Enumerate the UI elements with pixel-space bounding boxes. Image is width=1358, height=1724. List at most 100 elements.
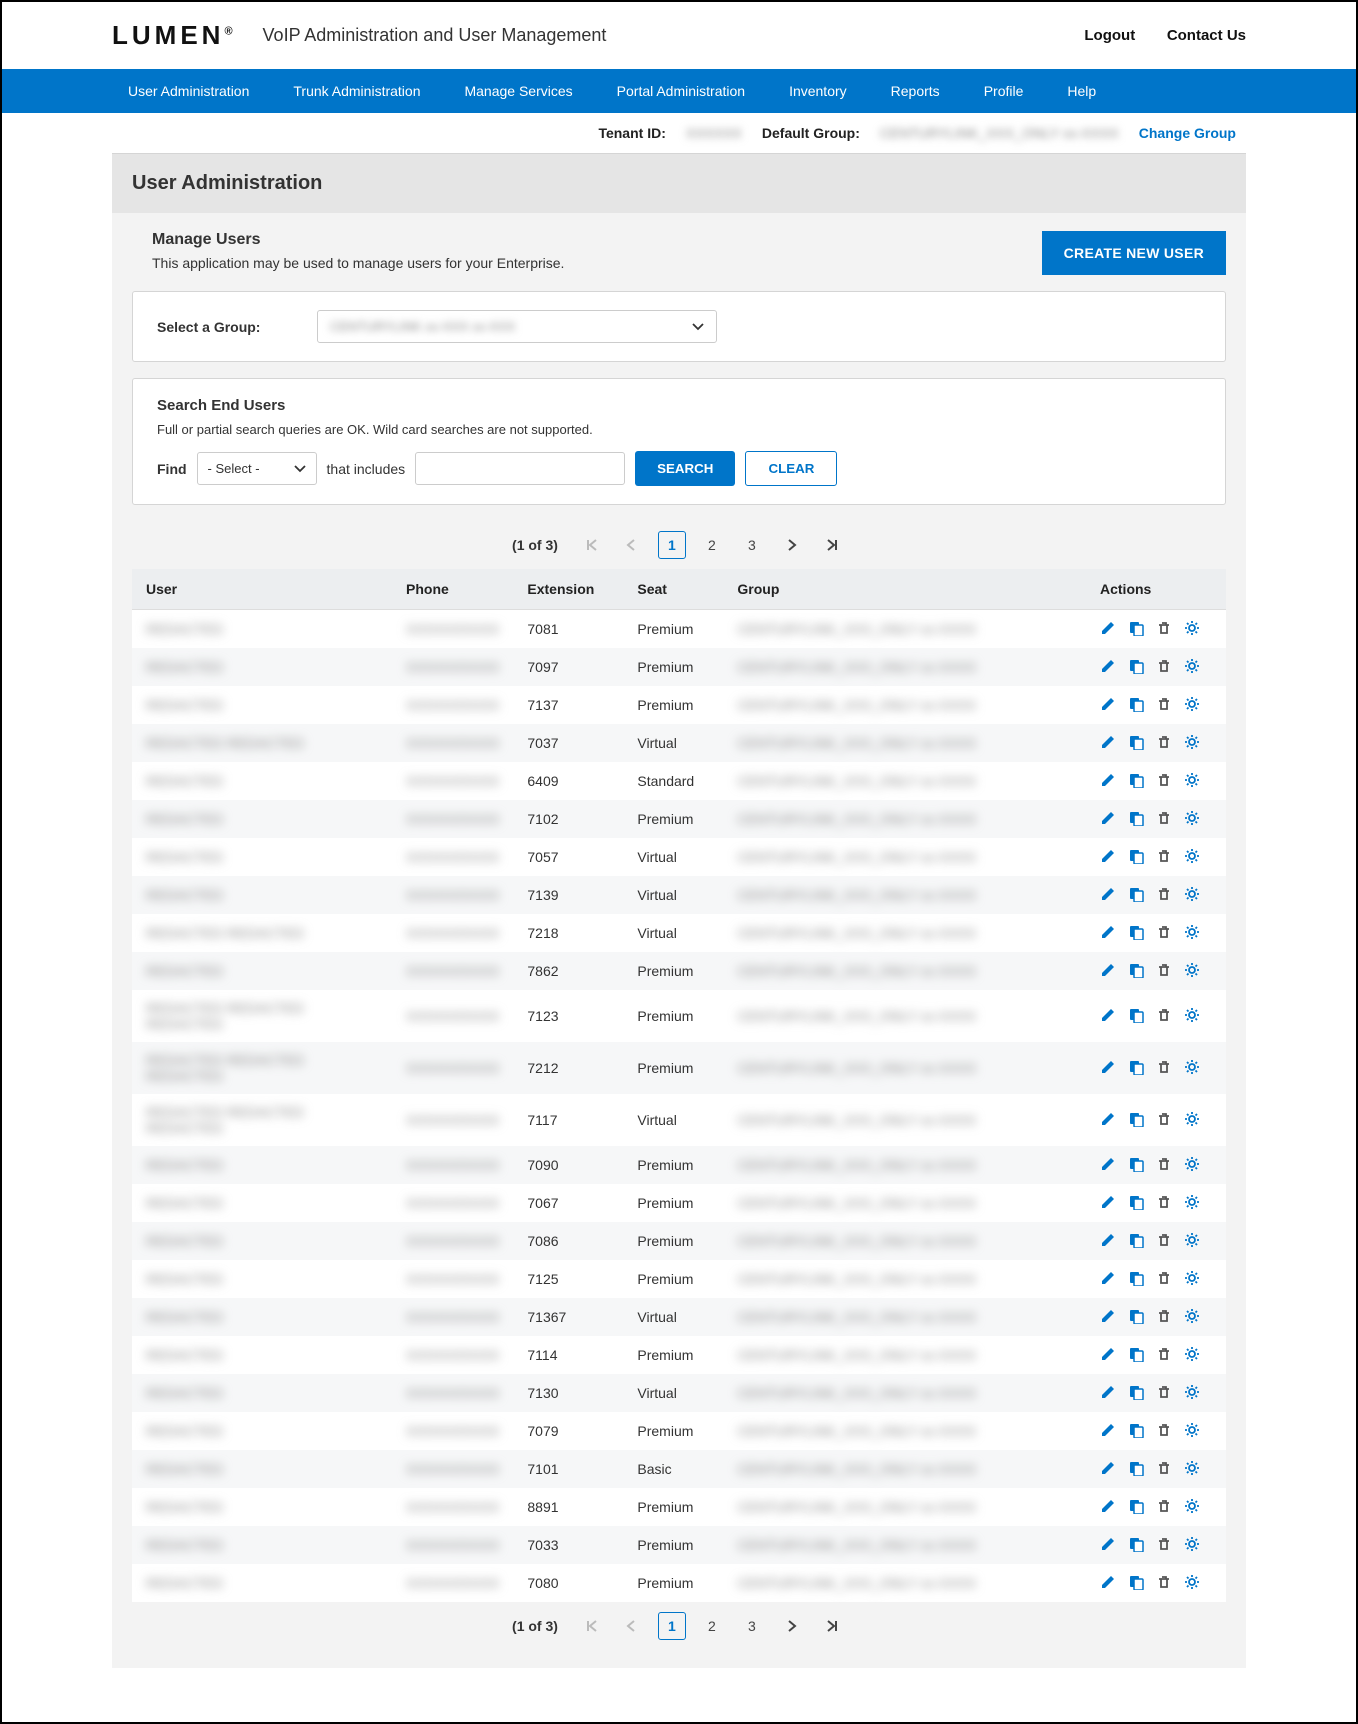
trash-icon[interactable] (1156, 924, 1174, 942)
create-new-user-button[interactable]: CREATE NEW USER (1042, 231, 1226, 275)
copy-icon[interactable] (1128, 1574, 1146, 1592)
gear-icon[interactable] (1184, 1498, 1202, 1516)
copy-icon[interactable] (1128, 886, 1146, 904)
gear-icon[interactable] (1184, 962, 1202, 980)
group-select[interactable]: CENTURYLINK xx-XXX xx-XXX (317, 310, 717, 343)
pager-last-icon[interactable] (818, 531, 846, 559)
gear-icon[interactable] (1184, 1194, 1202, 1212)
edit-icon[interactable] (1100, 810, 1118, 828)
trash-icon[interactable] (1156, 1232, 1174, 1250)
edit-icon[interactable] (1100, 1574, 1118, 1592)
trash-icon[interactable] (1156, 1574, 1174, 1592)
edit-icon[interactable] (1100, 1111, 1118, 1129)
copy-icon[interactable] (1128, 1232, 1146, 1250)
copy-icon[interactable] (1128, 848, 1146, 866)
edit-icon[interactable] (1100, 962, 1118, 980)
copy-icon[interactable] (1128, 962, 1146, 980)
gear-icon[interactable] (1184, 1232, 1202, 1250)
copy-icon[interactable] (1128, 658, 1146, 676)
edit-icon[interactable] (1100, 1059, 1118, 1077)
trash-icon[interactable] (1156, 848, 1174, 866)
pager-page-2[interactable]: 2 (698, 1612, 726, 1640)
copy-icon[interactable] (1128, 1007, 1146, 1025)
nav-item-user-administration[interactable]: User Administration (112, 69, 265, 113)
copy-icon[interactable] (1128, 810, 1146, 828)
pager-page-1[interactable]: 1 (658, 1612, 686, 1640)
pager-next-icon[interactable] (778, 1612, 806, 1640)
nav-item-manage-services[interactable]: Manage Services (448, 69, 588, 113)
gear-icon[interactable] (1184, 696, 1202, 714)
pager-page-1[interactable]: 1 (658, 531, 686, 559)
edit-icon[interactable] (1100, 1194, 1118, 1212)
gear-icon[interactable] (1184, 1111, 1202, 1129)
trash-icon[interactable] (1156, 1422, 1174, 1440)
edit-icon[interactable] (1100, 1384, 1118, 1402)
edit-icon[interactable] (1100, 734, 1118, 752)
copy-icon[interactable] (1128, 1422, 1146, 1440)
copy-icon[interactable] (1128, 1111, 1146, 1129)
gear-icon[interactable] (1184, 620, 1202, 638)
edit-icon[interactable] (1100, 1007, 1118, 1025)
trash-icon[interactable] (1156, 1384, 1174, 1402)
trash-icon[interactable] (1156, 1270, 1174, 1288)
trash-icon[interactable] (1156, 810, 1174, 828)
trash-icon[interactable] (1156, 1156, 1174, 1174)
copy-icon[interactable] (1128, 1536, 1146, 1554)
nav-item-trunk-administration[interactable]: Trunk Administration (277, 69, 436, 113)
gear-icon[interactable] (1184, 886, 1202, 904)
edit-icon[interactable] (1100, 1536, 1118, 1554)
gear-icon[interactable] (1184, 1536, 1202, 1554)
copy-icon[interactable] (1128, 1156, 1146, 1174)
gear-icon[interactable] (1184, 658, 1202, 676)
edit-icon[interactable] (1100, 848, 1118, 866)
clear-button[interactable]: CLEAR (745, 451, 837, 486)
search-text-input[interactable] (415, 452, 625, 485)
trash-icon[interactable] (1156, 1346, 1174, 1364)
edit-icon[interactable] (1100, 620, 1118, 638)
edit-icon[interactable] (1100, 1422, 1118, 1440)
gear-icon[interactable] (1184, 1460, 1202, 1478)
edit-icon[interactable] (1100, 1308, 1118, 1326)
copy-icon[interactable] (1128, 772, 1146, 790)
trash-icon[interactable] (1156, 1194, 1174, 1212)
gear-icon[interactable] (1184, 1270, 1202, 1288)
edit-icon[interactable] (1100, 1460, 1118, 1478)
trash-icon[interactable] (1156, 1007, 1174, 1025)
gear-icon[interactable] (1184, 1156, 1202, 1174)
copy-icon[interactable] (1128, 620, 1146, 638)
trash-icon[interactable] (1156, 1308, 1174, 1326)
trash-icon[interactable] (1156, 886, 1174, 904)
gear-icon[interactable] (1184, 848, 1202, 866)
pager-page-3[interactable]: 3 (738, 531, 766, 559)
pager-page-3[interactable]: 3 (738, 1612, 766, 1640)
trash-icon[interactable] (1156, 620, 1174, 638)
copy-icon[interactable] (1128, 1194, 1146, 1212)
gear-icon[interactable] (1184, 1422, 1202, 1440)
trash-icon[interactable] (1156, 1460, 1174, 1478)
find-field-select[interactable]: - Select - (197, 452, 317, 485)
edit-icon[interactable] (1100, 1156, 1118, 1174)
copy-icon[interactable] (1128, 734, 1146, 752)
trash-icon[interactable] (1156, 772, 1174, 790)
pager-next-icon[interactable] (778, 531, 806, 559)
edit-icon[interactable] (1100, 1498, 1118, 1516)
pager-last-icon[interactable] (818, 1612, 846, 1640)
edit-icon[interactable] (1100, 1270, 1118, 1288)
edit-icon[interactable] (1100, 1232, 1118, 1250)
gear-icon[interactable] (1184, 924, 1202, 942)
edit-icon[interactable] (1100, 772, 1118, 790)
search-button[interactable]: SEARCH (635, 451, 735, 486)
trash-icon[interactable] (1156, 1536, 1174, 1554)
gear-icon[interactable] (1184, 1346, 1202, 1364)
logout-link[interactable]: Logout (1084, 27, 1135, 44)
copy-icon[interactable] (1128, 1460, 1146, 1478)
copy-icon[interactable] (1128, 1059, 1146, 1077)
edit-icon[interactable] (1100, 696, 1118, 714)
pager-page-2[interactable]: 2 (698, 531, 726, 559)
trash-icon[interactable] (1156, 1111, 1174, 1129)
trash-icon[interactable] (1156, 1059, 1174, 1077)
gear-icon[interactable] (1184, 1574, 1202, 1592)
trash-icon[interactable] (1156, 1498, 1174, 1516)
edit-icon[interactable] (1100, 924, 1118, 942)
copy-icon[interactable] (1128, 1346, 1146, 1364)
